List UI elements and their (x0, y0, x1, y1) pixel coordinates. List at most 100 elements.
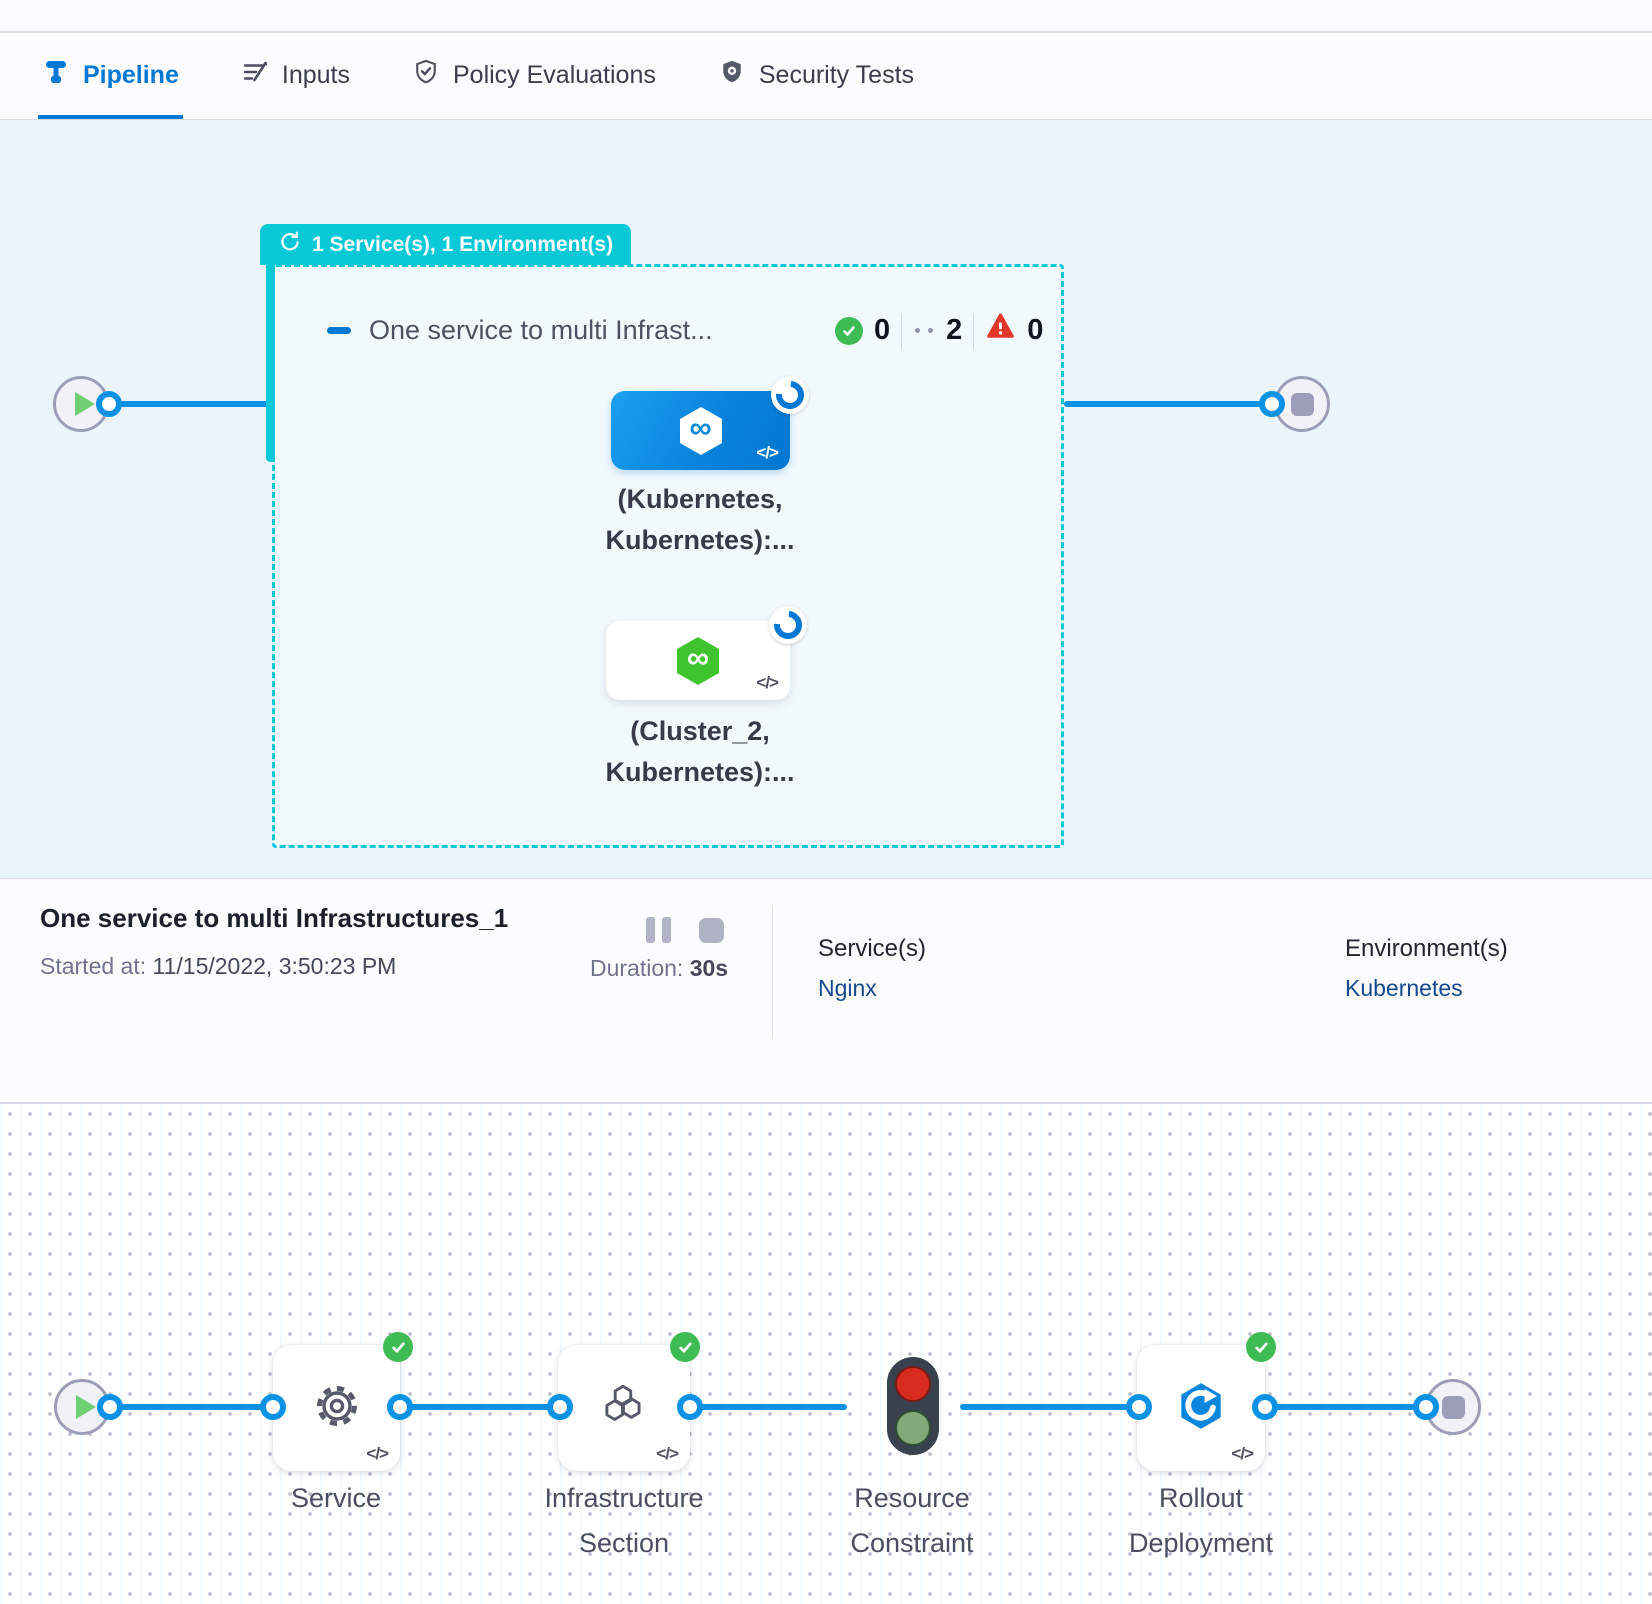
connector-port (677, 1394, 703, 1420)
connector-port (387, 1394, 413, 1420)
tab-inputs-label: Inputs (282, 61, 350, 90)
connector-line (960, 1404, 1137, 1410)
failed-count: 0 (1027, 314, 1043, 347)
loop-icon (278, 230, 302, 260)
success-check-icon (670, 1332, 700, 1362)
connector-line (109, 401, 272, 407)
stop-button[interactable] (699, 918, 724, 943)
success-count-icon (835, 317, 863, 345)
duration-value: 30s (690, 955, 728, 981)
duration-label: Duration: (590, 955, 683, 981)
execution-controls (646, 917, 724, 943)
code-icon: </> (756, 443, 778, 463)
tab-inputs[interactable]: Inputs (237, 35, 354, 119)
gear-icon (310, 1379, 364, 1438)
harness-hexagon-icon: ∞ (669, 632, 727, 690)
infinity-glyph: ∞ (669, 629, 727, 687)
service-node-label[interactable]: (Kubernetes, Kubernetes):... (560, 479, 840, 561)
play-icon (76, 1395, 96, 1419)
connector-port (97, 1394, 123, 1420)
connector-port (260, 1394, 286, 1420)
step-rollout-deployment[interactable]: </> (1137, 1345, 1265, 1471)
service-node-label[interactable]: (Cluster_2, Kubernetes):... (560, 711, 840, 793)
connector-port (96, 391, 122, 417)
harness-hexagon-icon: ∞ (672, 402, 730, 460)
code-icon: </> (656, 1444, 678, 1464)
success-check-icon (383, 1332, 413, 1362)
service-node-kubernetes[interactable]: ∞ </> (611, 391, 790, 470)
step-service[interactable]: </> (273, 1345, 400, 1471)
services-block: Service(s) Nginx (818, 935, 926, 1002)
started-at: Started at: 11/15/2022, 3:50:23 PM (40, 953, 396, 980)
stop-icon (1442, 1396, 1465, 1419)
environments-label: Environment(s) (1345, 935, 1508, 963)
stop-icon (1291, 393, 1314, 416)
services-label: Service(s) (818, 935, 926, 963)
play-icon (75, 392, 95, 416)
window-top-strip (0, 0, 1652, 33)
step-label-service: Service (216, 1476, 456, 1521)
service-node-cluster2[interactable]: ∞ </> (606, 621, 790, 700)
code-icon: </> (756, 673, 778, 693)
step-label-resource-constraint: Resource Constraint (792, 1476, 1032, 1566)
step-label-infrastructure-section: Infrastructure Section (504, 1476, 744, 1566)
services-value-link[interactable]: Nginx (818, 975, 926, 1002)
code-icon: </> (1231, 1444, 1253, 1464)
success-check-icon (1246, 1332, 1276, 1362)
duration: Duration: 30s (590, 955, 728, 982)
connector-port (1413, 1394, 1439, 1420)
execution-canvas[interactable]: </> </> (0, 1104, 1652, 1604)
shield-gear-icon (718, 58, 746, 93)
connector-line (1265, 1404, 1426, 1410)
hexagons-icon (596, 1378, 652, 1439)
rollout-icon (1173, 1378, 1229, 1439)
inputs-icon (241, 58, 269, 93)
connector-line (110, 1404, 273, 1410)
tab-policy-evaluations[interactable]: Policy Evaluations (408, 35, 660, 119)
stage-status-counts: 0 2 0 (835, 311, 1043, 350)
code-icon: </> (366, 1444, 388, 1464)
pipeline-execution-view: Pipeline Inputs Policy Evaluations Secur… (0, 0, 1652, 1604)
execution-info-bar: One service to multi Infrastructures_1 S… (0, 878, 1652, 1104)
infinity-glyph: ∞ (672, 399, 730, 457)
running-spinner-icon (771, 376, 809, 414)
connector-line (690, 1404, 847, 1410)
running-count: 2 (946, 314, 962, 347)
step-label-rollout-deployment: Rollout Deployment (1081, 1476, 1321, 1566)
connector-port (1126, 1394, 1152, 1420)
collapse-stage-icon[interactable] (327, 327, 351, 334)
connector-port (1259, 391, 1285, 417)
step-resource-constraint[interactable] (887, 1357, 939, 1455)
stage-group-edge-highlight (266, 264, 275, 462)
connector-port (1252, 1394, 1278, 1420)
tab-policy-evaluations-label: Policy Evaluations (453, 61, 656, 90)
connector-line (400, 1404, 558, 1410)
environments-block: Environment(s) Kubernetes (1345, 935, 1508, 1002)
started-at-label: Started at: (40, 953, 146, 979)
stage-canvas[interactable]: 1 Service(s), 1 Environment(s) One servi… (0, 120, 1652, 878)
tab-pipeline-label: Pipeline (83, 61, 179, 90)
running-spinner-icon (769, 606, 807, 644)
divider (772, 907, 773, 1037)
running-count-icon (915, 328, 933, 333)
shield-check-icon (412, 58, 440, 93)
step-infrastructure-section[interactable]: </> (558, 1345, 690, 1471)
environments-value-link[interactable]: Kubernetes (1345, 975, 1508, 1002)
connector-line (1064, 401, 1272, 407)
stage-group-badge-label: 1 Service(s), 1 Environment(s) (312, 233, 613, 257)
started-at-value: 11/15/2022, 3:50:23 PM (153, 953, 397, 979)
pipeline-icon (42, 58, 70, 93)
success-count: 0 (874, 314, 890, 347)
stage-title[interactable]: One service to multi Infrast... (369, 315, 713, 346)
tab-security-tests[interactable]: Security Tests (714, 35, 918, 119)
execution-tabbar: Pipeline Inputs Policy Evaluations Secur… (0, 35, 1652, 120)
pause-button[interactable] (646, 917, 671, 943)
traffic-light-green (895, 1410, 931, 1446)
tab-pipeline[interactable]: Pipeline (38, 35, 183, 119)
connector-port (547, 1394, 573, 1420)
stage-group-box: One service to multi Infrast... 0 2 0 (272, 264, 1064, 848)
stage-group-badge[interactable]: 1 Service(s), 1 Environment(s) (260, 224, 631, 265)
failed-count-icon (985, 311, 1016, 350)
execution-title: One service to multi Infrastructures_1 (40, 903, 508, 934)
divider (973, 313, 974, 349)
